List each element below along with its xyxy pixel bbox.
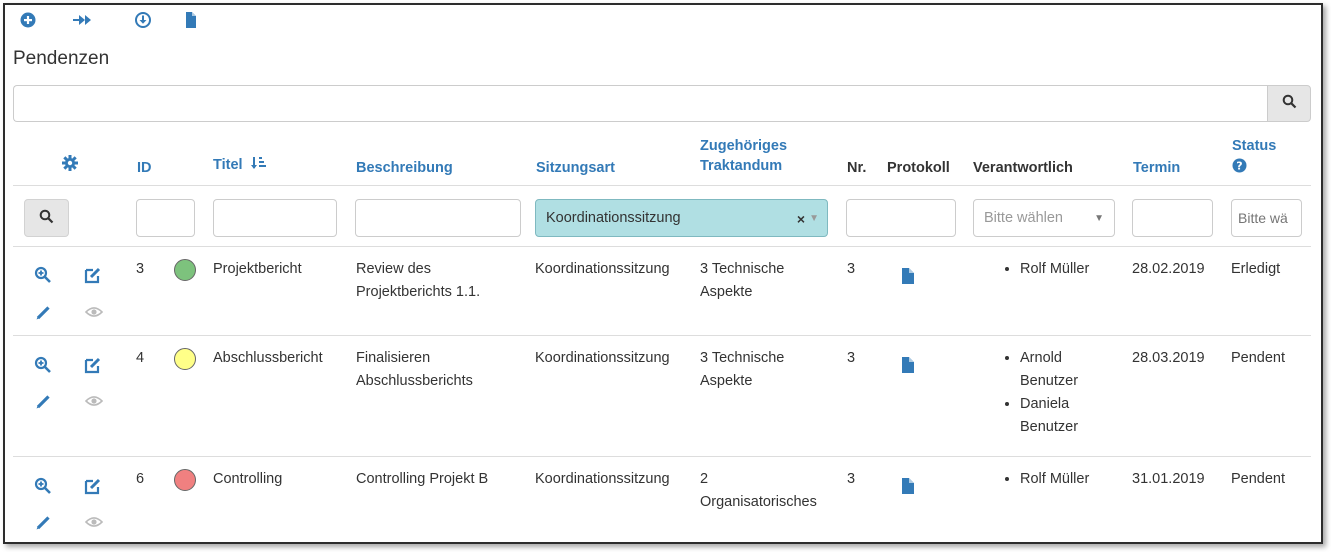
gear-icon[interactable] (61, 154, 79, 172)
file-icon[interactable] (901, 477, 919, 495)
col-header-status[interactable]: Status ? (1232, 136, 1276, 179)
list-item: Daniela Benutzer (1020, 393, 1100, 439)
cell-status: Pendent (1231, 471, 1286, 487)
col-header-traktandum-line1: Zugehöriges (700, 138, 788, 154)
search-button[interactable] (1267, 85, 1311, 122)
cell-termin: 28.03.2019 (1132, 350, 1205, 366)
list-item: Arnold Benutzer (1020, 347, 1100, 393)
verantwortlich-list: Rolf Müller (1000, 258, 1089, 281)
pencil-icon[interactable] (35, 392, 53, 410)
edit-square-icon[interactable] (84, 356, 102, 374)
cell-traktandum: 3 Technische Aspekte (700, 350, 785, 389)
eye-icon[interactable] (85, 303, 103, 321)
row-divider (13, 456, 1311, 457)
cell-nr: 3 (847, 350, 856, 366)
cell-beschreibung: Finalisieren Abschlussberichts (356, 350, 473, 389)
search-icon (39, 209, 54, 228)
filter-id-input[interactable] (136, 199, 195, 237)
caret-down-icon: ▼ (809, 213, 819, 224)
cell-titel: Abschlussbericht (213, 350, 323, 366)
file-icon[interactable] (182, 11, 200, 29)
col-header-status-label: Status (1232, 138, 1277, 154)
forward-icon[interactable] (71, 11, 95, 29)
filter-termin-input[interactable] (1132, 199, 1213, 237)
header-divider (13, 185, 1311, 186)
svg-text:?: ? (1236, 160, 1242, 173)
cell-status: Pendent (1231, 350, 1286, 366)
cell-traktandum: 3 Technische Aspekte (700, 261, 785, 300)
search-icon (1282, 94, 1297, 113)
list-item: Rolf Müller (1020, 468, 1089, 491)
col-header-protokoll: Protokoll (887, 160, 950, 176)
edit-square-icon[interactable] (84, 266, 102, 284)
cell-nr: 3 (847, 261, 856, 277)
app-frame: Pendenzen ID Titel Beschreibung Sitzungs… (3, 3, 1323, 544)
cell-nr: 3 (847, 471, 856, 487)
cell-beschreibung: Controlling Projekt B (356, 471, 489, 487)
status-dot-green (174, 259, 196, 281)
verantwortlich-list: Rolf Müller (1000, 468, 1089, 491)
filter-titel-input[interactable] (213, 199, 337, 237)
cell-termin: 28.02.2019 (1132, 261, 1205, 277)
filter-beschreibung-input[interactable] (355, 199, 521, 237)
help-icon[interactable]: ? (1232, 158, 1247, 179)
col-header-traktandum-line2: Traktandum (700, 158, 783, 174)
filter-sitzungsart-value: Koordinationssitzung (546, 210, 681, 226)
zoom-in-icon[interactable] (34, 356, 52, 374)
col-header-verantwortlich: Verantwortlich (973, 160, 1073, 176)
search-bar (13, 85, 1311, 122)
row-divider (13, 246, 1311, 247)
verantwortlich-list: Arnold Benutzer Daniela Benutzer (1000, 347, 1100, 439)
cell-beschreibung: Review des Projektberichts 1.1. (356, 261, 481, 300)
cell-traktandum: 2 Organisatorisches (700, 471, 817, 510)
col-header-sitzungsart[interactable]: Sitzungsart (536, 158, 615, 178)
pencil-icon[interactable] (35, 303, 53, 321)
pencil-icon[interactable] (35, 513, 53, 531)
file-icon[interactable] (901, 356, 919, 374)
col-header-nr: Nr. (847, 160, 867, 176)
list-item: Rolf Müller (1020, 258, 1089, 281)
download-icon[interactable] (134, 11, 152, 29)
col-header-beschreibung[interactable]: Beschreibung (356, 158, 453, 178)
filter-search-button[interactable] (24, 199, 69, 237)
zoom-in-icon[interactable] (34, 477, 52, 495)
cell-id: 4 (136, 350, 145, 366)
file-icon[interactable] (901, 267, 919, 285)
filter-verantwortlich-select[interactable]: Bitte wählen ▼ (973, 199, 1115, 237)
cell-id: 6 (136, 471, 145, 487)
col-header-id[interactable]: ID (137, 158, 152, 178)
zoom-in-icon[interactable] (34, 266, 52, 284)
cell-titel: Projektbericht (213, 261, 302, 277)
col-header-titel[interactable]: Titel (213, 155, 266, 177)
eye-icon[interactable] (85, 513, 103, 531)
filter-verantwortlich-placeholder: Bitte wählen (984, 210, 1063, 226)
filter-status-input[interactable] (1231, 199, 1302, 237)
filter-sitzungsart-select[interactable]: Koordinationssitzung × ▼ (535, 199, 828, 237)
row-divider (13, 335, 1311, 336)
page-title: Pendenzen (13, 48, 110, 69)
cell-titel: Controlling (213, 471, 283, 487)
cell-status: Erledigt (1231, 261, 1281, 277)
clear-selection-icon[interactable]: × (797, 211, 805, 227)
status-dot-yellow (174, 348, 196, 370)
cell-id: 3 (136, 261, 145, 277)
col-header-termin[interactable]: Termin (1133, 158, 1180, 178)
status-dot-red (174, 469, 196, 491)
filter-nr-input[interactable] (846, 199, 956, 237)
sort-icon (250, 155, 266, 177)
cell-sitzungsart: Koordinationssitzung (535, 350, 670, 366)
cell-termin: 31.01.2019 (1132, 471, 1205, 487)
plus-circle-icon[interactable] (19, 11, 37, 29)
cell-sitzungsart: Koordinationssitzung (535, 261, 670, 277)
search-input[interactable] (13, 85, 1267, 122)
col-header-traktandum[interactable]: Zugehöriges Traktandum (700, 136, 787, 176)
col-header-titel-label: Titel (213, 157, 243, 173)
cell-sitzungsart: Koordinationssitzung (535, 471, 670, 487)
edit-square-icon[interactable] (84, 477, 102, 495)
caret-down-icon: ▼ (1094, 213, 1104, 224)
eye-icon[interactable] (85, 392, 103, 410)
